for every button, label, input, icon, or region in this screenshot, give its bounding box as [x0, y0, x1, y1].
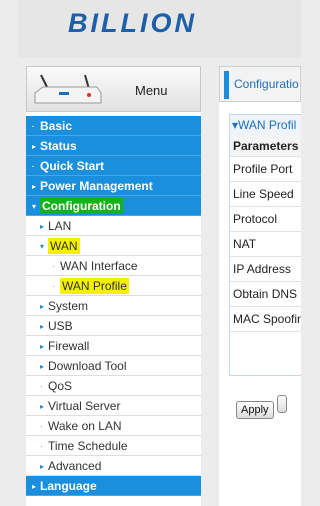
- bullet-icon: ·: [52, 281, 55, 291]
- menu-item-label: LAN: [48, 219, 72, 233]
- wan-profile-panel: ▾WAN Profil Parameters Profile Port Line …: [229, 114, 301, 419]
- parameter-row: NAT: [230, 232, 301, 257]
- content-panel: Configuratio ▾WAN Profil Parameters Prof…: [219, 66, 301, 506]
- menu-item-label: Basic: [40, 119, 73, 133]
- page-title: Configuratio: [234, 77, 299, 91]
- menu-item-label: Advanced: [48, 459, 102, 473]
- menu-item-label: USB: [48, 319, 73, 333]
- menu-item-label: Time Schedule: [48, 439, 128, 453]
- button-row: Apply: [236, 395, 290, 419]
- bullet-icon: ·: [32, 161, 35, 171]
- menu-item-label: Language: [40, 479, 97, 493]
- menu-item-wan[interactable]: ▾ WAN: [26, 236, 201, 256]
- menu-item-power-management[interactable]: ▸ Power Management: [26, 176, 201, 196]
- collapsed-arrow-icon: ▸: [40, 461, 45, 471]
- expanded-arrow-icon: ▾: [32, 201, 37, 211]
- billion-logo: BILLION: [68, 8, 197, 38]
- menu-item-label: WAN: [48, 238, 80, 254]
- menu-item-system[interactable]: ▸ System: [26, 296, 201, 316]
- collapsed-arrow-icon: ▸: [32, 481, 37, 491]
- collapsed-arrow-icon: ▸: [32, 181, 37, 191]
- left-menu-panel: Menu · Basic ▸ Status · Quick Start ▸ Power Man…: [26, 66, 201, 506]
- menu-item-wan-interface[interactable]: · WAN Interface: [26, 256, 201, 276]
- menu-item-label: Power Management: [40, 179, 153, 193]
- menu-item-virtual-server[interactable]: ▸ Virtual Server: [26, 396, 201, 416]
- menu-item-status[interactable]: ▸ Status: [26, 136, 201, 156]
- bullet-icon: ·: [32, 121, 35, 131]
- panel-title[interactable]: ▾WAN Profil: [230, 115, 301, 135]
- menu-item-label: QoS: [48, 379, 73, 393]
- content-header: Configuratio: [219, 66, 301, 102]
- menu-item-lan[interactable]: ▸ LAN: [26, 216, 201, 236]
- collapsed-arrow-icon: ▸: [40, 321, 45, 331]
- menu-item-label: Configuration: [40, 198, 123, 214]
- table-header: Parameters: [230, 135, 301, 157]
- header-bar: BILLION: [18, 0, 301, 58]
- menu-item-label: WAN Interface: [60, 259, 138, 273]
- menu-label: Menu: [135, 83, 168, 98]
- collapsed-arrow-icon: ▸: [40, 301, 45, 311]
- parameter-row: MAC Spoofin: [230, 307, 301, 332]
- collapsed-arrow-icon: ▸: [40, 361, 45, 371]
- collapsed-arrow-icon: ▸: [40, 401, 45, 411]
- menu-item-time-schedule[interactable]: · Time Schedule: [26, 436, 201, 456]
- menu-item-label: Status: [40, 139, 77, 153]
- menu-item-wan-profile[interactable]: · WAN Profile: [26, 276, 201, 296]
- collapsed-arrow-icon: ▸: [32, 141, 37, 151]
- parameter-row: Protocol: [230, 207, 301, 232]
- parameter-row: Profile Port: [230, 157, 301, 182]
- menu-item-download-tool[interactable]: ▸ Download Tool: [26, 356, 201, 376]
- router-icon: [34, 74, 102, 104]
- menu-item-label: System: [48, 299, 89, 313]
- menu-item-usb[interactable]: ▸ USB: [26, 316, 201, 336]
- menu-item-qos[interactable]: · QoS: [26, 376, 201, 396]
- menu-item-label: Wake on LAN: [48, 419, 122, 433]
- menu-item-advanced[interactable]: ▸ Advanced: [26, 456, 201, 476]
- collapsed-arrow-icon: ▸: [40, 221, 45, 231]
- menu-header: Menu: [26, 66, 201, 112]
- bullet-icon: ·: [40, 441, 43, 451]
- apply-button[interactable]: Apply: [236, 401, 274, 419]
- header-accent-bar: [224, 71, 229, 99]
- menu-item-label: Virtual Server: [48, 399, 121, 413]
- menu-item-label: WAN Profile: [60, 278, 129, 294]
- bullet-icon: ·: [52, 261, 55, 271]
- expanded-arrow-icon: ▾: [40, 241, 45, 251]
- menu-item-label: Quick Start: [40, 159, 105, 173]
- menu-item-quick-start[interactable]: · Quick Start: [26, 156, 201, 176]
- menu-item-basic[interactable]: · Basic: [26, 116, 201, 136]
- parameter-row: Obtain DNS: [230, 282, 301, 307]
- menu-item-label: Download Tool: [48, 359, 127, 373]
- bullet-icon: ·: [40, 421, 43, 431]
- menu-item-wake-on-lan[interactable]: · Wake on LAN: [26, 416, 201, 436]
- menu-item-firewall[interactable]: ▸ Firewall: [26, 336, 201, 356]
- parameter-row: Line Speed: [230, 182, 301, 207]
- parameter-row: IP Address: [230, 257, 301, 282]
- second-button[interactable]: [276, 395, 287, 413]
- menu-item-configuration[interactable]: ▾ Configuration: [26, 196, 201, 216]
- menu-item-language[interactable]: ▸ Language: [26, 476, 201, 496]
- bullet-icon: ·: [40, 381, 43, 391]
- parameter-rows: Profile Port Line Speed Protocol NAT IP Addr…: [230, 157, 301, 332]
- collapsed-arrow-icon: ▸: [40, 341, 45, 351]
- menu-item-label: Firewall: [48, 339, 90, 353]
- navigation-menu: · Basic ▸ Status · Quick Start ▸ Power Manageme…: [26, 116, 201, 496]
